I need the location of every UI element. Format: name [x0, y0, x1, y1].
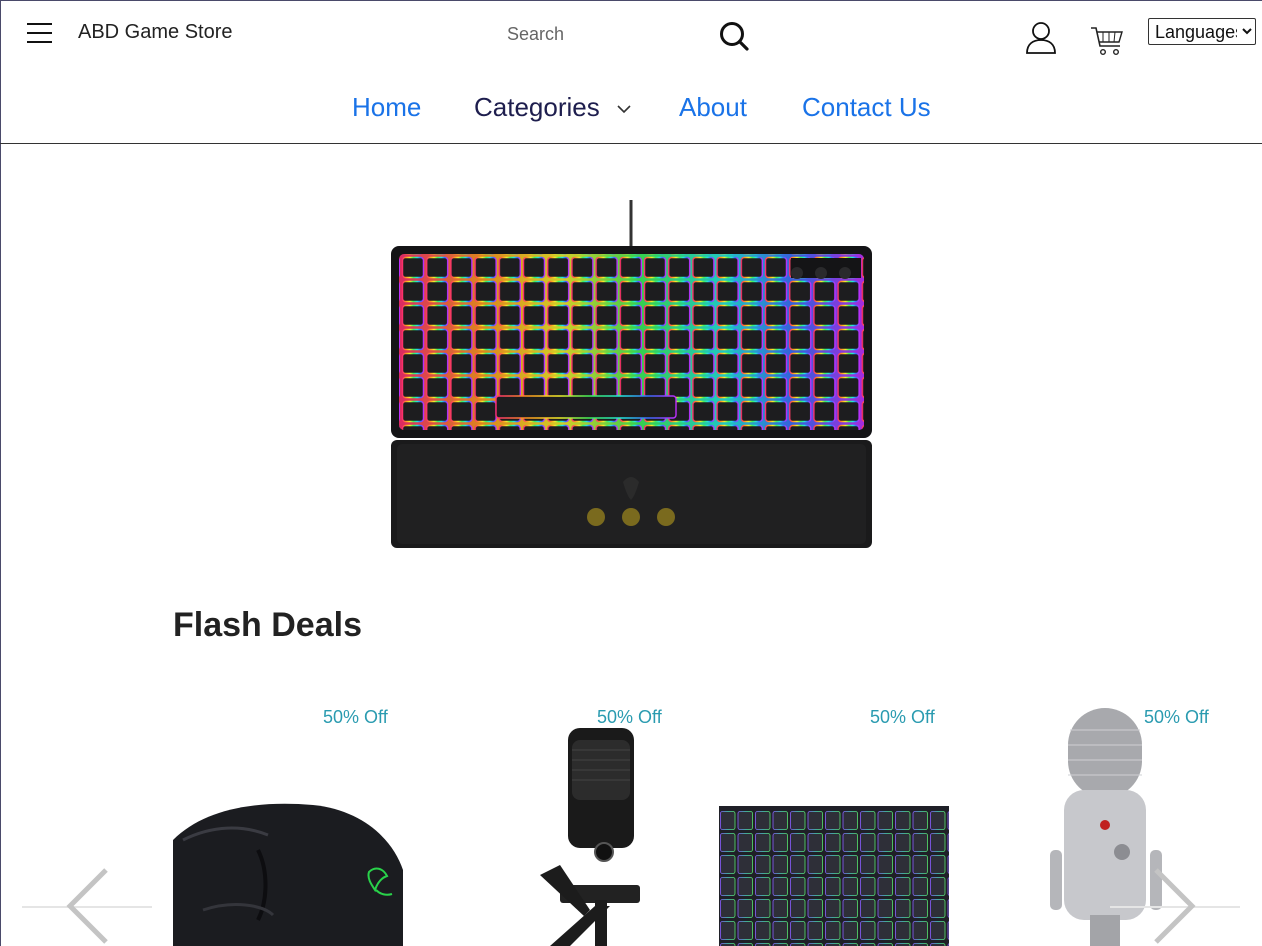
chevron-left-icon[interactable]	[64, 866, 112, 946]
nav-about[interactable]: About	[679, 92, 747, 123]
search-input[interactable]	[505, 18, 709, 50]
nav-categories-label: Categories	[474, 92, 600, 122]
brand-name[interactable]: ABD Game Store	[78, 21, 233, 44]
hamburger-icon[interactable]	[27, 23, 52, 45]
flash-deals-title: Flash Deals	[173, 606, 362, 644]
search-icon[interactable]	[718, 20, 750, 52]
product-card-black-microphone[interactable]	[500, 700, 730, 946]
carousel-dot[interactable]	[657, 508, 675, 526]
user-icon[interactable]	[1024, 20, 1058, 54]
site-header: ABD Game Store Languages Home Categories…	[0, 0, 1262, 144]
product-card-keyboard[interactable]	[719, 700, 949, 946]
nav-home[interactable]: Home	[352, 92, 421, 123]
chevron-down-icon	[617, 105, 631, 114]
product-card-mouse[interactable]	[173, 700, 403, 946]
cart-icon[interactable]	[1089, 22, 1125, 58]
chevron-right-icon[interactable]	[1150, 866, 1198, 946]
carousel-dot[interactable]	[587, 508, 605, 526]
hero-keyboard-image[interactable]	[391, 200, 872, 548]
nav-contact-us[interactable]: Contact Us	[802, 92, 931, 123]
carousel-dot[interactable]	[622, 508, 640, 526]
nav-categories[interactable]: Categories	[474, 92, 631, 123]
main-nav: Home Categories About Contact Us	[0, 92, 1262, 132]
product-card-silver-microphone[interactable]	[1010, 700, 1240, 946]
language-select[interactable]: Languages	[1148, 18, 1256, 45]
